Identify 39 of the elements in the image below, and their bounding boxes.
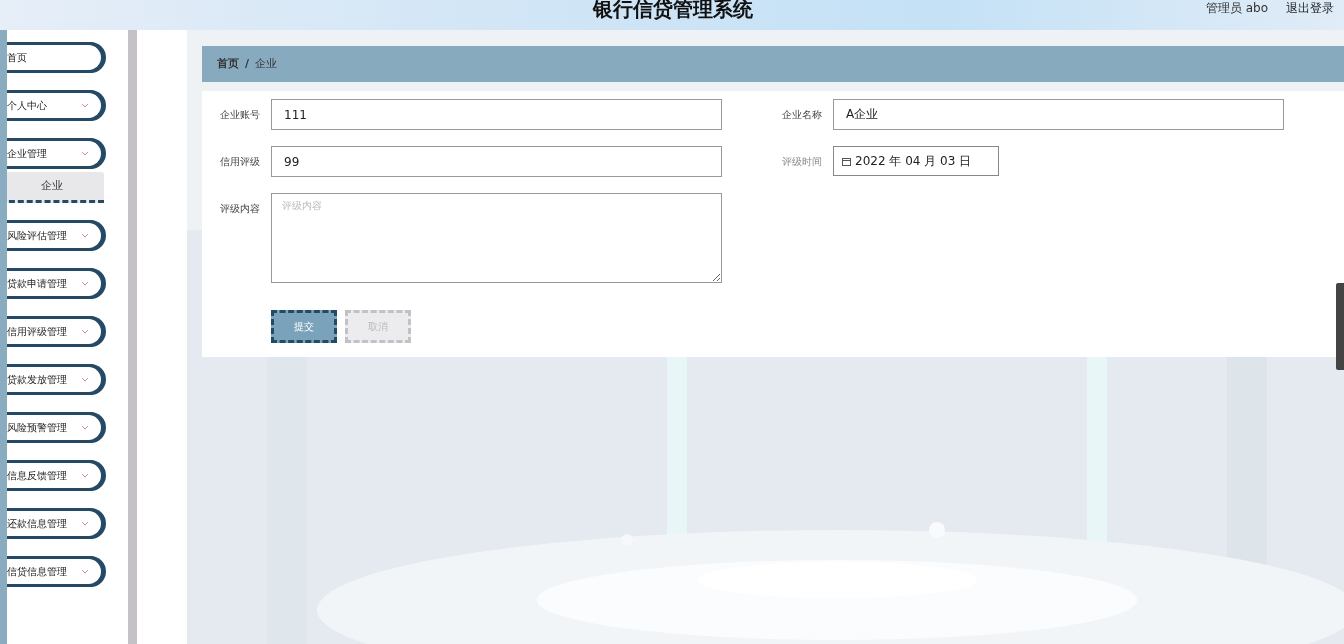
menu-item[interactable]: 贷款申请管理 [7,268,104,299]
user-label: 管理员 abo [1205,0,1268,16]
field-label: 企业账号 [220,108,261,122]
chevron-icon [81,103,89,108]
field-label: 企业名称 [782,108,823,122]
input-field[interactable]: 99 [271,146,722,177]
chevron-icon [81,569,89,574]
drawer-handle[interactable] [1336,283,1344,370]
breadcrumb-current: 企业 [255,55,278,72]
chevron-icon [81,281,89,286]
menu-item[interactable]: 企业管理 [7,138,104,169]
field-label: 评级时间 [782,155,823,169]
submenu-item[interactable]: 企业 [7,172,104,203]
field-label: 评级内容 [220,202,261,216]
menu-item[interactable]: 风险预警管理 [7,412,104,443]
menu-item[interactable]: 首页 [7,42,104,73]
chevron-icon [81,377,89,382]
input-field[interactable]: 111 [271,99,722,130]
logout-link[interactable]: 退出登录 [1286,0,1334,16]
menu-item[interactable]: 还款信息管理 [7,508,104,539]
chevron-icon [81,425,89,430]
chevron-icon [81,521,89,526]
menu-item[interactable]: 个人中心 [7,90,104,121]
chevron-icon [81,329,89,334]
field-label: 信用评级 [220,155,261,169]
menu-item[interactable]: 信息反馈管理 [7,460,104,491]
input-field[interactable]: A企业 [833,99,1284,130]
menu-item[interactable]: 信用评级管理 [7,316,104,347]
menu-item[interactable]: 风险评估管理 [7,220,104,251]
breadcrumb-link[interactable]: 首页 [217,55,239,73]
date-field[interactable]: 2022 年 04 月 03 日 [833,146,999,176]
breadcrumb-separator: / [245,55,250,72]
calendar-icon [842,156,851,166]
text-area[interactable]: 评级内容 [271,193,722,283]
menu-item[interactable]: 信贷信息管理 [7,556,104,587]
chevron-icon [81,473,89,478]
menu-item[interactable]: 贷款发放管理 [7,364,104,395]
chevron-icon [81,233,89,238]
chevron-icon [81,151,89,156]
